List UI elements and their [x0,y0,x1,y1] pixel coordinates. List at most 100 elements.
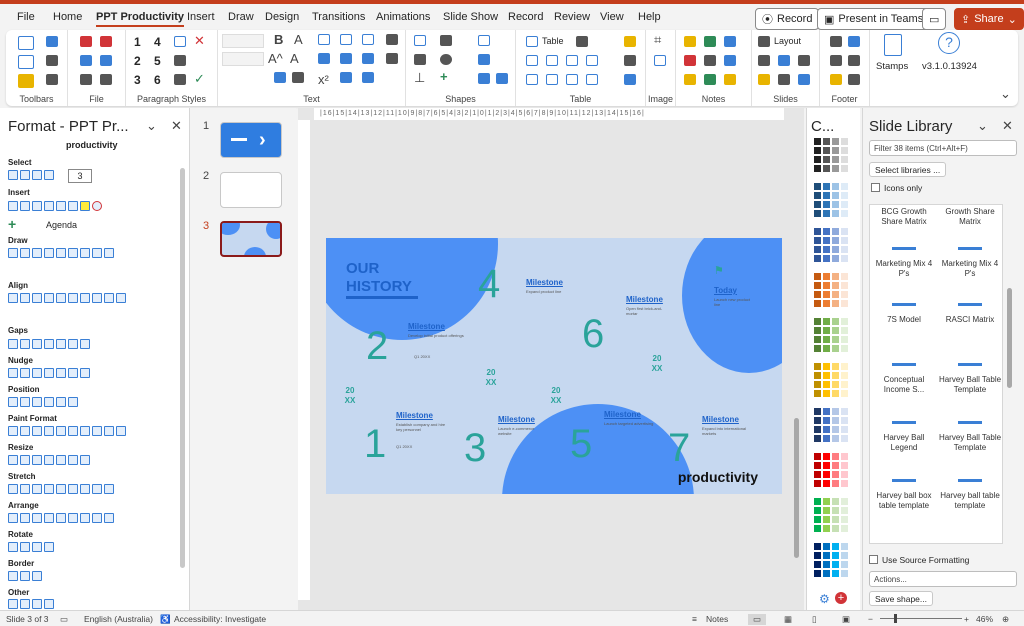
align-icon[interactable] [8,293,18,303]
clear-format-icon[interactable]: ✕ [194,33,205,49]
slide-icon[interactable] [778,74,790,85]
color-swatch[interactable] [832,372,839,379]
color-swatch[interactable] [832,345,839,352]
table-tool-icon[interactable] [546,74,558,85]
color-swatch[interactable] [814,525,821,532]
rect-icon[interactable] [20,248,30,258]
group-stamps[interactable]: Stamps [870,30,916,106]
color-swatch[interactable] [841,363,848,370]
color-swatch[interactable] [832,462,839,469]
nudge-icon[interactable] [68,368,78,378]
note-icon[interactable] [704,74,716,85]
color-swatch[interactable] [814,426,821,433]
table-tool-icon[interactable] [566,55,578,66]
crop-icon[interactable]: ⌗ [654,32,661,48]
record-button[interactable]: ⦿ Record [755,8,820,30]
image-icon[interactable] [654,55,666,66]
note-icon[interactable] [684,55,696,66]
color-swatch[interactable] [814,561,821,568]
text-box-icon[interactable] [340,53,352,64]
color-swatch[interactable] [823,192,830,199]
paint-icon[interactable] [56,426,66,436]
tab-animations[interactable]: Animations [376,11,430,23]
close-icon[interactable]: ✕ [171,118,182,134]
milestone-1[interactable]: Milestone [396,411,433,420]
color-swatch[interactable] [823,408,830,415]
ppt-icon[interactable] [100,36,112,47]
grid-icon[interactable] [478,73,490,84]
table-tool-icon[interactable] [624,36,636,47]
color-swatch[interactable] [832,453,839,460]
nudge-icon[interactable] [44,368,54,378]
nudge-icon[interactable] [80,368,90,378]
color-swatch[interactable] [832,381,839,388]
color-swatch[interactable] [832,183,839,190]
paint-icon[interactable] [20,426,30,436]
slide-icon[interactable] [758,74,770,85]
table-tool-icon[interactable] [576,36,588,47]
nudge-icon[interactable] [20,368,30,378]
shape-icon[interactable] [56,248,66,258]
paint-icon[interactable] [44,426,54,436]
color-swatch[interactable] [841,525,848,532]
grow-font-icon[interactable]: A^ [268,51,283,66]
slide-title[interactable]: OUR HISTORY [346,260,426,296]
milestone-6[interactable]: Milestone [626,295,663,304]
color-swatch[interactable] [814,408,821,415]
color-swatch[interactable] [814,201,821,208]
color-swatch[interactable] [823,561,830,568]
color-swatch[interactable] [823,426,830,433]
color-swatch[interactable] [832,273,839,280]
library-item[interactable]: Conceptual Income S... [872,357,936,395]
color-swatch[interactable] [841,228,848,235]
shape-icon[interactable] [478,54,490,65]
color-swatch[interactable] [841,300,848,307]
color-swatch[interactable] [823,255,830,262]
color-swatch[interactable] [814,381,821,388]
color-swatch[interactable] [832,327,839,334]
color-swatch[interactable] [823,156,830,163]
color-swatch[interactable] [841,318,848,325]
arrow-icon[interactable] [92,248,102,258]
color-swatch[interactable] [832,363,839,370]
align-icon[interactable] [56,293,66,303]
tab-view[interactable]: View [600,11,624,23]
align-icon[interactable] [92,293,102,303]
color-swatch[interactable] [832,318,839,325]
tab-slide-show[interactable]: Slide Show [443,11,498,23]
color-swatch[interactable] [841,390,848,397]
color-swatch[interactable] [832,426,839,433]
slide-logo[interactable]: productivity [678,469,758,485]
tab-help[interactable]: Help [638,11,661,23]
file-icon[interactable] [100,74,112,85]
font-color-icon[interactable]: B [274,32,283,47]
note-icon[interactable] [684,36,696,47]
outline-icon[interactable] [414,54,426,65]
color-swatch[interactable] [814,480,821,487]
nudge-icon[interactable] [8,368,18,378]
color-swatch[interactable] [814,282,821,289]
arrow-shape-icon[interactable] [8,201,18,211]
icons-only-checkbox[interactable]: Icons only [871,183,922,193]
text-icon[interactable] [362,72,374,83]
color-swatch[interactable] [823,345,830,352]
footer-icon[interactable] [830,55,842,66]
file-icon[interactable] [80,55,92,66]
slide-icon[interactable] [798,55,810,66]
select-icon[interactable] [32,170,42,180]
color-swatch[interactable] [814,507,821,514]
color-swatch[interactable] [814,471,821,478]
color-swatch[interactable] [814,156,821,163]
tab-file[interactable]: File [17,11,35,23]
other-icon[interactable] [32,599,42,609]
color-swatch[interactable] [841,255,848,262]
library-item[interactable]: Marketing Mix 4 P's [938,241,1002,279]
color-swatch[interactable] [841,381,848,388]
align-center-icon[interactable] [340,34,352,45]
color-swatch[interactable] [823,210,830,217]
color-swatch[interactable] [823,552,830,559]
style-3[interactable]: 3 [134,73,141,87]
plus-icon[interactable]: + [8,216,16,232]
color-swatch[interactable] [823,390,830,397]
align-icon[interactable] [32,293,42,303]
